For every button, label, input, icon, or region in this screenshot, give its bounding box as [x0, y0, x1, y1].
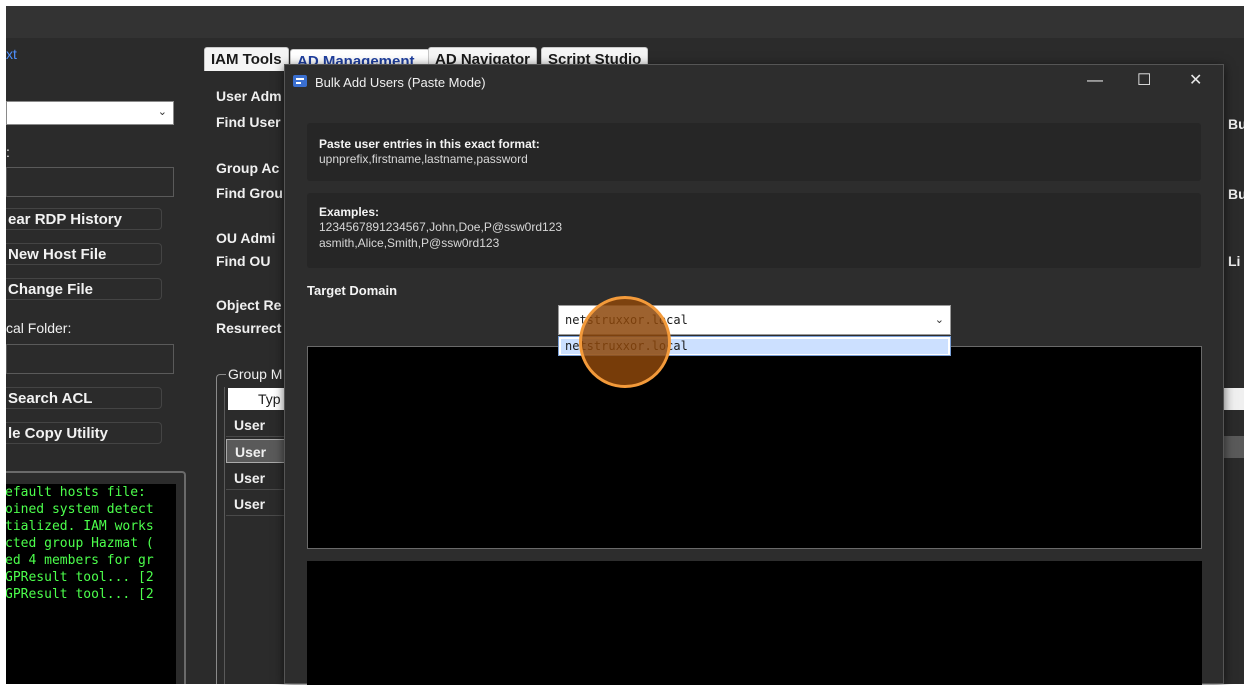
- change-file-button[interactable]: Change File: [6, 278, 162, 300]
- bulk-add-users-dialog: Bulk Add Users (Paste Mode) — ☐ ✕ Paste …: [284, 64, 1224, 685]
- group-admin-label: Group Ac: [216, 160, 280, 176]
- right-button-label[interactable]: Bu: [1228, 116, 1244, 132]
- left-text-input[interactable]: [6, 167, 174, 197]
- console-output[interactable]: efault hosts file: oined system detect t…: [6, 484, 176, 684]
- search-acl-button[interactable]: Search ACL: [6, 387, 162, 409]
- console-line: ed 4 members for gr: [6, 553, 154, 568]
- right-grid-header: [1224, 388, 1244, 410]
- user-admin-label: User Adm: [216, 88, 282, 104]
- clear-rdp-history-button[interactable]: ear RDP History: [6, 208, 162, 230]
- resurrect-label: Resurrect: [216, 320, 282, 336]
- find-user-label: Find User: [216, 114, 281, 130]
- tab-iam-tools[interactable]: IAM Tools: [204, 47, 289, 71]
- console-line: cted group Hazmat (: [6, 536, 154, 551]
- target-domain-label: Target Domain: [307, 283, 398, 298]
- console-line: GPResult tool... [2: [6, 570, 154, 585]
- object-recovery-label: Object Re: [216, 297, 282, 313]
- console-line: tialized. IAM works: [6, 519, 154, 534]
- users-icon: [293, 75, 307, 87]
- console-line: oined system detect: [6, 502, 154, 517]
- minimize-button[interactable]: —: [1087, 73, 1103, 89]
- local-folder-input[interactable]: [6, 344, 174, 374]
- paste-input-area[interactable]: [307, 346, 1202, 549]
- click-indicator: [579, 296, 671, 388]
- right-button-label[interactable]: Li: [1228, 253, 1240, 269]
- output-log-area[interactable]: [307, 561, 1202, 685]
- chevron-down-icon: ⌄: [157, 106, 167, 118]
- examples-info-box: Examples: 1234567891234567,John,Doe,P@ss…: [307, 193, 1201, 268]
- chevron-down-icon: ⌄: [934, 314, 944, 326]
- dialog-title-bar: Bulk Add Users (Paste Mode) — ☐ ✕: [285, 65, 1223, 101]
- new-host-file-button[interactable]: New Host File: [6, 243, 162, 265]
- right-grid-row: [1224, 436, 1244, 458]
- console-line: efault hosts file:: [6, 485, 146, 500]
- dialog-title: Bulk Add Users (Paste Mode): [315, 75, 486, 90]
- close-button[interactable]: ✕: [1189, 73, 1202, 89]
- context-combo[interactable]: ⌄: [6, 101, 174, 125]
- console-line: GPResult tool... [2: [6, 587, 154, 602]
- find-ou-label: Find OU: [216, 253, 271, 269]
- right-button-label[interactable]: Bu: [1228, 186, 1244, 202]
- example-line: asmith,Alice,Smith,P@ssw0rd123: [319, 236, 500, 250]
- file-copy-utility-button[interactable]: le Copy Utility: [6, 422, 162, 444]
- app-title-bar: [6, 6, 1244, 38]
- examples-heading: Examples:: [319, 205, 380, 219]
- maximize-button[interactable]: ☐: [1137, 73, 1151, 89]
- format-heading: Paste user entries in this exact format:: [319, 137, 540, 151]
- context-label: xt: [6, 46, 17, 62]
- example-line: 1234567891234567,John,Doe,P@ssw0rd123: [319, 220, 563, 234]
- field-label: :: [6, 144, 10, 160]
- format-text: upnprefix,firstname,lastname,password: [319, 152, 528, 166]
- ou-admin-label: OU Admi: [216, 230, 276, 246]
- local-folder-label: cal Folder:: [6, 320, 72, 336]
- find-group-label: Find Grou: [216, 185, 283, 201]
- group-members-label: Group M: [226, 366, 285, 382]
- format-info-box: Paste user entries in this exact format:…: [307, 123, 1201, 181]
